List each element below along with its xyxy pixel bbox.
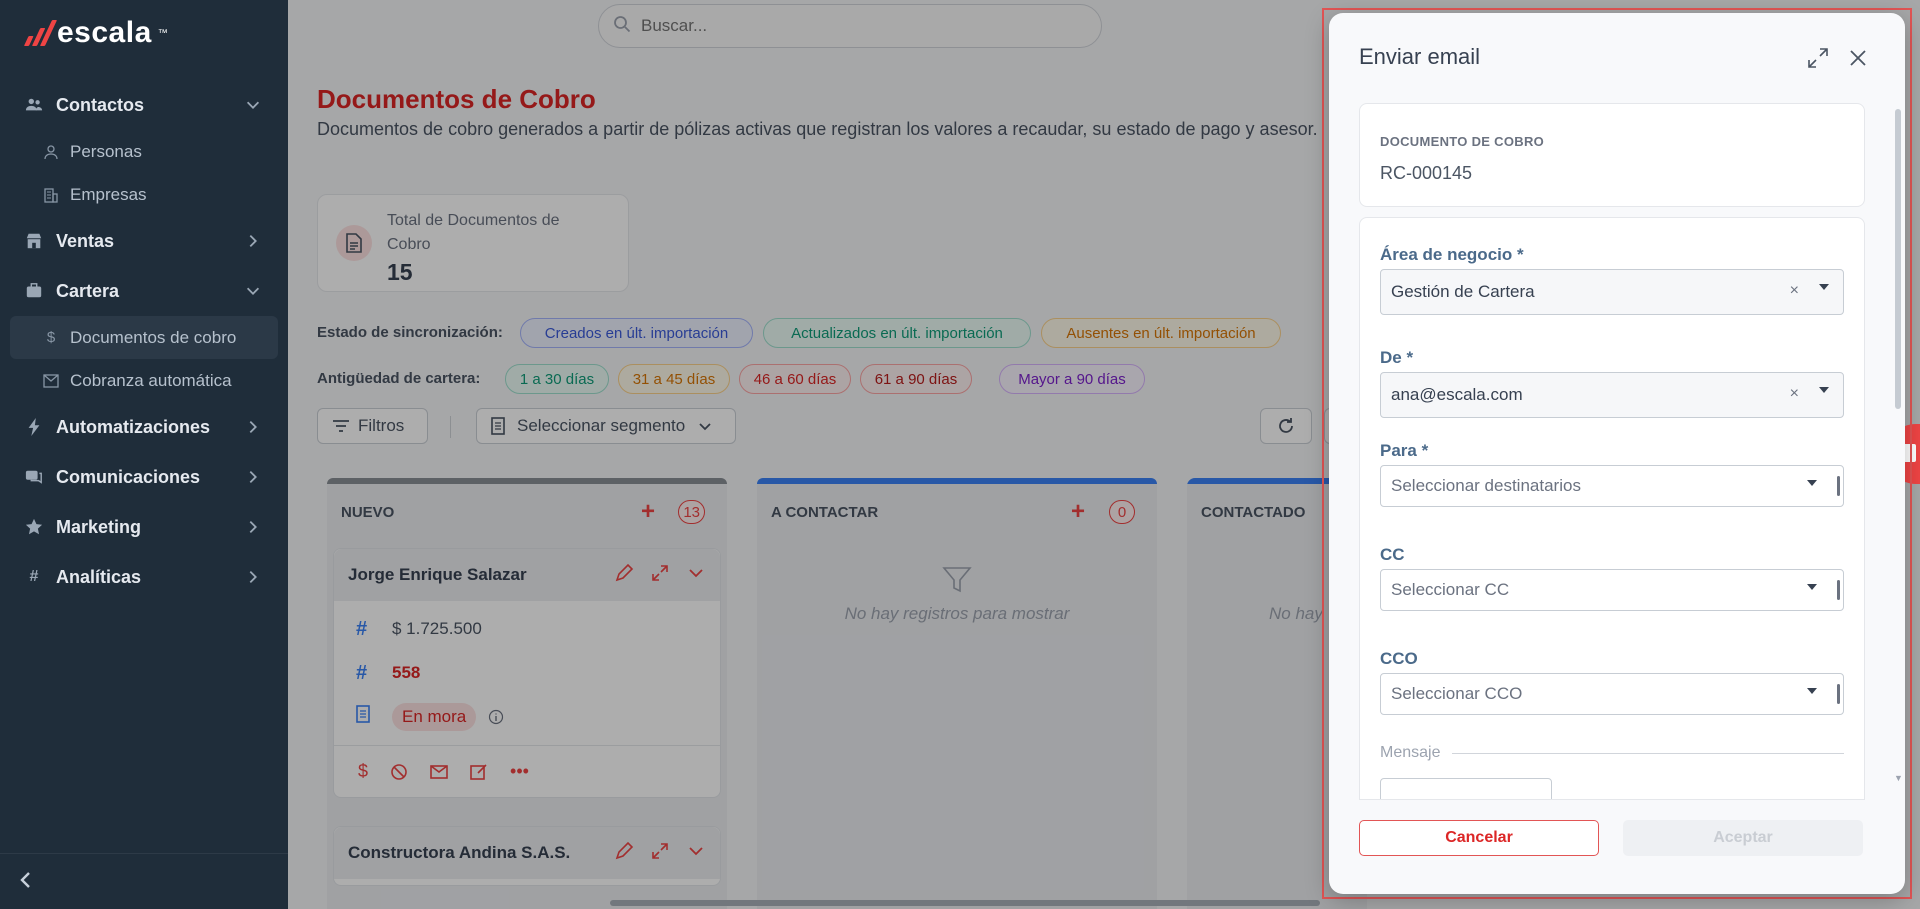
- dollar-icon: $: [46, 329, 56, 346]
- message-toolbar[interactable]: [1380, 778, 1552, 799]
- expand-icon[interactable]: [1807, 47, 1829, 69]
- star-icon: [24, 517, 44, 537]
- sidebar-item-documentos-de-cobro[interactable]: $ Documentos de cobro: [10, 316, 278, 359]
- document-label: DOCUMENTO DE COBRO: [1380, 134, 1545, 149]
- sidebar-item-ventas[interactable]: Ventas: [0, 216, 288, 266]
- mini-scrollbar[interactable]: [1835, 470, 1841, 502]
- area-label: Área de negocio *: [1380, 245, 1524, 264]
- cc-select[interactable]: Seleccionar CC: [1380, 569, 1844, 611]
- to-select[interactable]: Seleccionar destinatarios: [1380, 465, 1844, 507]
- document-value: RC-000145: [1380, 163, 1473, 183]
- chevron-down-icon: [246, 101, 260, 109]
- sidebar-item-analiticas[interactable]: # Analíticas: [0, 552, 288, 602]
- chevron-down-icon: [246, 287, 260, 295]
- caret-down-icon[interactable]: [1807, 584, 1817, 590]
- close-icon[interactable]: [1847, 47, 1869, 69]
- message-section: Mensaje: [1380, 744, 1844, 762]
- briefcase-icon: [24, 281, 44, 301]
- sidebar-item-label: Comunicaciones: [56, 466, 201, 487]
- from-value: ana@escala.com: [1391, 385, 1523, 404]
- mail-icon: [42, 373, 60, 388]
- chevron-right-icon: [249, 420, 257, 434]
- clear-icon[interactable]: ×: [1790, 282, 1799, 300]
- modal-scrollbar[interactable]: [1895, 109, 1901, 409]
- message-label: Mensaje: [1380, 744, 1441, 761]
- caret-down-icon[interactable]: [1819, 284, 1829, 290]
- scroll-down-icon[interactable]: ▼: [1894, 773, 1903, 783]
- bolt-icon: [24, 417, 44, 437]
- sidebar-item-cartera[interactable]: Cartera: [0, 266, 288, 316]
- sidebar-item-label: Cartera: [56, 280, 120, 301]
- cc-placeholder: Seleccionar CC: [1391, 580, 1510, 599]
- sidebar-item-comunicaciones[interactable]: Comunicaciones: [0, 452, 288, 502]
- sidebar-item-contactos[interactable]: Contactos: [0, 80, 288, 130]
- from-label: De *: [1380, 348, 1414, 367]
- sidebar-item-label: Cobranza automática: [70, 370, 232, 390]
- cc-label: CC: [1380, 545, 1405, 564]
- caret-down-icon[interactable]: [1807, 480, 1817, 486]
- building-icon: [42, 187, 60, 203]
- chevron-right-icon: [249, 570, 257, 584]
- sidebar-item-automatizaciones[interactable]: Automatizaciones: [0, 402, 288, 452]
- hash-icon: #: [29, 568, 39, 585]
- area-select[interactable]: Gestión de Cartera ×: [1380, 269, 1844, 315]
- sidebar-item-label: Analíticas: [56, 566, 142, 587]
- accept-button[interactable]: Aceptar: [1623, 820, 1863, 856]
- chevron-right-icon: [249, 234, 257, 248]
- sidebar-item-label: Empresas: [70, 184, 147, 204]
- sidebar-item-label: Ventas: [56, 230, 115, 251]
- brand-logo[interactable]: escala ™: [23, 16, 168, 50]
- brand-tm: ™: [157, 27, 168, 39]
- caret-down-icon[interactable]: [1807, 688, 1817, 694]
- person-icon: [42, 144, 60, 160]
- sidebar: escala ™ Contactos Personas Empresas Ven…: [0, 0, 288, 909]
- cco-placeholder: Seleccionar CCO: [1391, 684, 1523, 703]
- mini-scrollbar[interactable]: [1835, 574, 1841, 606]
- sidebar-footer: [0, 853, 288, 909]
- store-icon: [24, 231, 44, 251]
- sidebar-item-label: Documentos de cobro: [70, 327, 237, 347]
- sidebar-item-label: Personas: [70, 141, 142, 161]
- cco-label: CCO: [1380, 649, 1418, 668]
- divider: [1452, 752, 1844, 754]
- cancel-button[interactable]: Cancelar: [1359, 820, 1599, 856]
- sidebar-item-label: Automatizaciones: [56, 416, 211, 437]
- sidebar-item-personas[interactable]: Personas: [0, 130, 288, 173]
- users-icon: [24, 95, 44, 115]
- cco-select[interactable]: Seleccionar CCO: [1380, 673, 1844, 715]
- caret-down-icon[interactable]: [1819, 387, 1829, 393]
- sidebar-item-label: Contactos: [56, 94, 145, 115]
- sidebar-item-marketing[interactable]: Marketing: [0, 502, 288, 552]
- from-select[interactable]: ana@escala.com ×: [1380, 372, 1844, 418]
- sidebar-nav: Contactos Personas Empresas Ventas Carte…: [0, 80, 288, 602]
- chevron-right-icon: [249, 470, 257, 484]
- to-placeholder: Seleccionar destinatarios: [1391, 476, 1581, 495]
- sidebar-item-cobranza-automatica[interactable]: Cobranza automática: [0, 359, 288, 402]
- email-form: Área de negocio * Gestión de Cartera × D…: [1359, 217, 1865, 800]
- logo-mark-icon: [23, 20, 58, 46]
- send-email-modal: Enviar email DOCUMENTO DE COBRO RC-00014…: [1329, 13, 1905, 894]
- sidebar-item-empresas[interactable]: Empresas: [0, 173, 288, 216]
- chevron-right-icon: [249, 520, 257, 534]
- to-label: Para *: [1380, 441, 1429, 460]
- mini-scrollbar[interactable]: [1835, 678, 1841, 710]
- brand-name: escala: [57, 16, 152, 49]
- collapse-sidebar-icon[interactable]: [18, 870, 32, 896]
- area-value: Gestión de Cartera: [1391, 282, 1535, 301]
- clear-icon[interactable]: ×: [1790, 385, 1799, 403]
- document-box: DOCUMENTO DE COBRO RC-000145: [1359, 103, 1865, 207]
- modal-title: Enviar email: [1359, 44, 1481, 69]
- sidebar-item-label: Marketing: [56, 516, 142, 537]
- chat-icon: [24, 467, 44, 487]
